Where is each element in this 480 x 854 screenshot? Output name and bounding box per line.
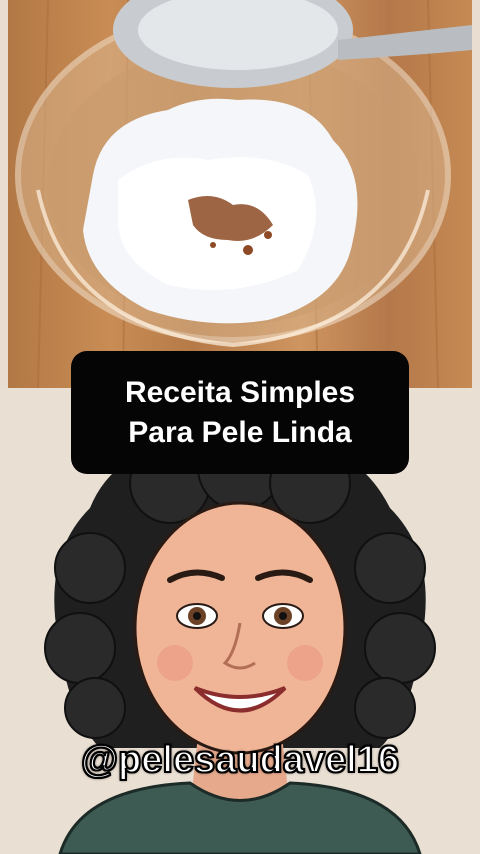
spoon [113,0,472,88]
recipe-photo [8,0,472,388]
powder-pile [83,98,358,324]
title-line-2: Para Pele Linda [128,415,352,449]
title-card: Receita Simples Para Pele Linda [71,351,409,474]
account-handle: @pelesaudavel16 [80,738,400,782]
title-line-1: Receita Simples [124,375,356,409]
